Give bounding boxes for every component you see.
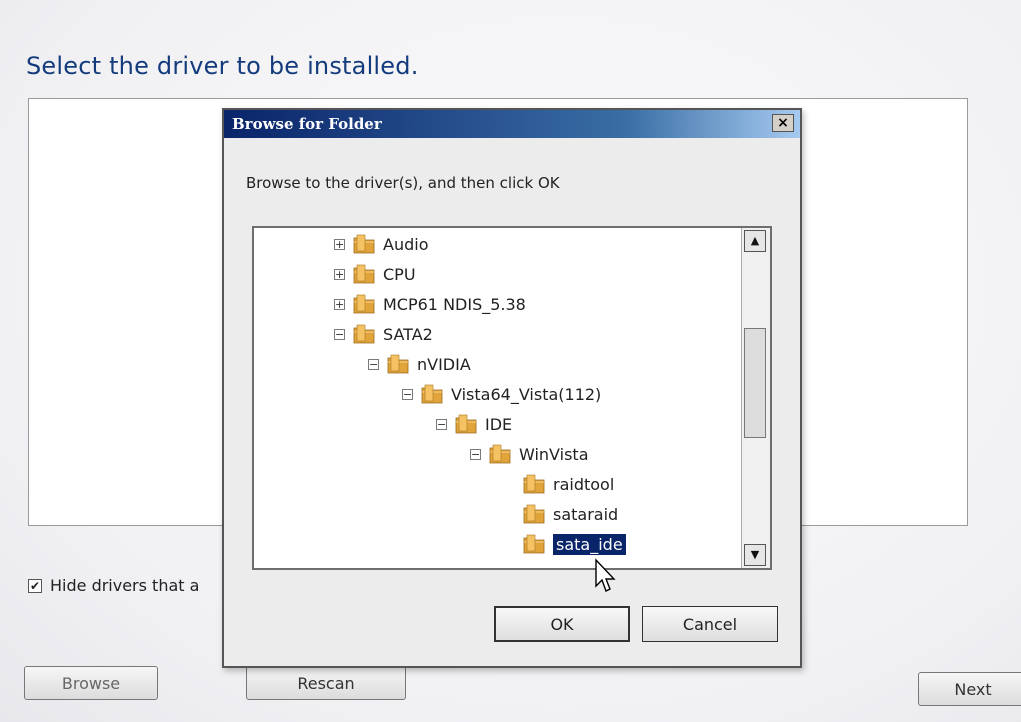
rescan-button[interactable]: Rescan <box>246 666 406 700</box>
tree-item-label: Vista64_Vista(112) <box>451 384 602 404</box>
tree-item[interactable]: − IDE <box>436 410 512 438</box>
tree-item[interactable]: − WinVista <box>470 440 589 468</box>
ok-button[interactable]: OK <box>494 606 630 642</box>
hide-drivers-row[interactable]: ✔ Hide drivers that a <box>28 576 199 595</box>
folder-tree[interactable]: + Audio + CPU + MCP61 NDIS_5.38− SATA2− nVIDIA −… <box>252 226 772 570</box>
folder-icon <box>353 234 375 254</box>
expand-icon[interactable]: + <box>334 238 345 250</box>
collapse-icon[interactable]: − <box>470 448 481 460</box>
collapse-icon[interactable]: − <box>436 418 447 430</box>
folder-icon <box>353 294 375 314</box>
next-button[interactable]: Next <box>918 672 1021 706</box>
tree-item[interactable]: + Audio <box>334 230 428 258</box>
hide-drivers-checkbox[interactable]: ✔ <box>28 578 42 593</box>
close-icon[interactable]: × <box>772 114 794 132</box>
tree-item[interactable]: raidtool <box>504 470 614 498</box>
folder-icon <box>523 504 545 524</box>
tree-item-label: sataraid <box>553 504 619 524</box>
tree-item[interactable]: − SATA2 <box>334 320 433 348</box>
hide-drivers-label: Hide drivers that a <box>50 576 200 595</box>
scroll-down-icon[interactable]: ▼ <box>744 544 766 566</box>
tree-item-label: raidtool <box>553 474 615 494</box>
tree-item[interactable]: + CPU <box>334 260 416 288</box>
tree-item[interactable]: sata_ide <box>504 530 626 558</box>
collapse-icon[interactable]: − <box>368 358 379 370</box>
page-heading: Select the driver to be installed. <box>26 52 419 80</box>
folder-icon <box>489 444 511 464</box>
tree-item-label: CPU <box>383 264 416 284</box>
cancel-button[interactable]: Cancel <box>642 606 778 642</box>
mouse-cursor-icon <box>595 558 616 592</box>
tree-item-label: MCP61 NDIS_5.38 <box>383 294 526 314</box>
tree-item-label: IDE <box>485 414 513 434</box>
dialog-instruction: Browse to the driver(s), and then click … <box>246 174 560 192</box>
tree-item[interactable]: − Vista64_Vista(112) <box>402 380 601 408</box>
folder-icon <box>353 264 375 284</box>
collapse-icon[interactable]: − <box>402 388 413 400</box>
folder-icon <box>387 354 409 374</box>
folder-icon <box>523 534 545 554</box>
tree-item-label: WinVista <box>519 444 589 464</box>
scroll-up-icon[interactable]: ▲ <box>744 230 766 252</box>
tree-item-label: sata_ide <box>553 533 626 555</box>
folder-icon <box>421 384 443 404</box>
dialog-title: Browse for Folder <box>232 115 382 133</box>
browse-for-folder-dialog: Browse for Folder × Browse to the driver… <box>222 108 802 668</box>
tree-item[interactable]: − nVIDIA <box>368 350 471 378</box>
scroll-thumb[interactable] <box>744 328 766 438</box>
tree-scrollbar[interactable]: ▲ ▼ <box>741 228 770 568</box>
browse-button[interactable]: Browse <box>24 666 158 700</box>
dialog-titlebar: Browse for Folder × <box>224 110 800 138</box>
tree-item-label: nVIDIA <box>417 354 471 374</box>
tree-item[interactable]: sataraid <box>504 500 618 528</box>
expand-icon[interactable]: + <box>334 298 345 310</box>
folder-icon <box>523 474 545 494</box>
folder-icon <box>455 414 477 434</box>
tree-item-label: SATA2 <box>383 324 433 344</box>
expand-icon[interactable]: + <box>334 268 345 280</box>
collapse-icon[interactable]: − <box>334 328 345 340</box>
tree-item[interactable]: + MCP61 NDIS_5.38 <box>334 290 526 318</box>
tree-item-label: Audio <box>383 234 429 254</box>
folder-icon <box>353 324 375 344</box>
